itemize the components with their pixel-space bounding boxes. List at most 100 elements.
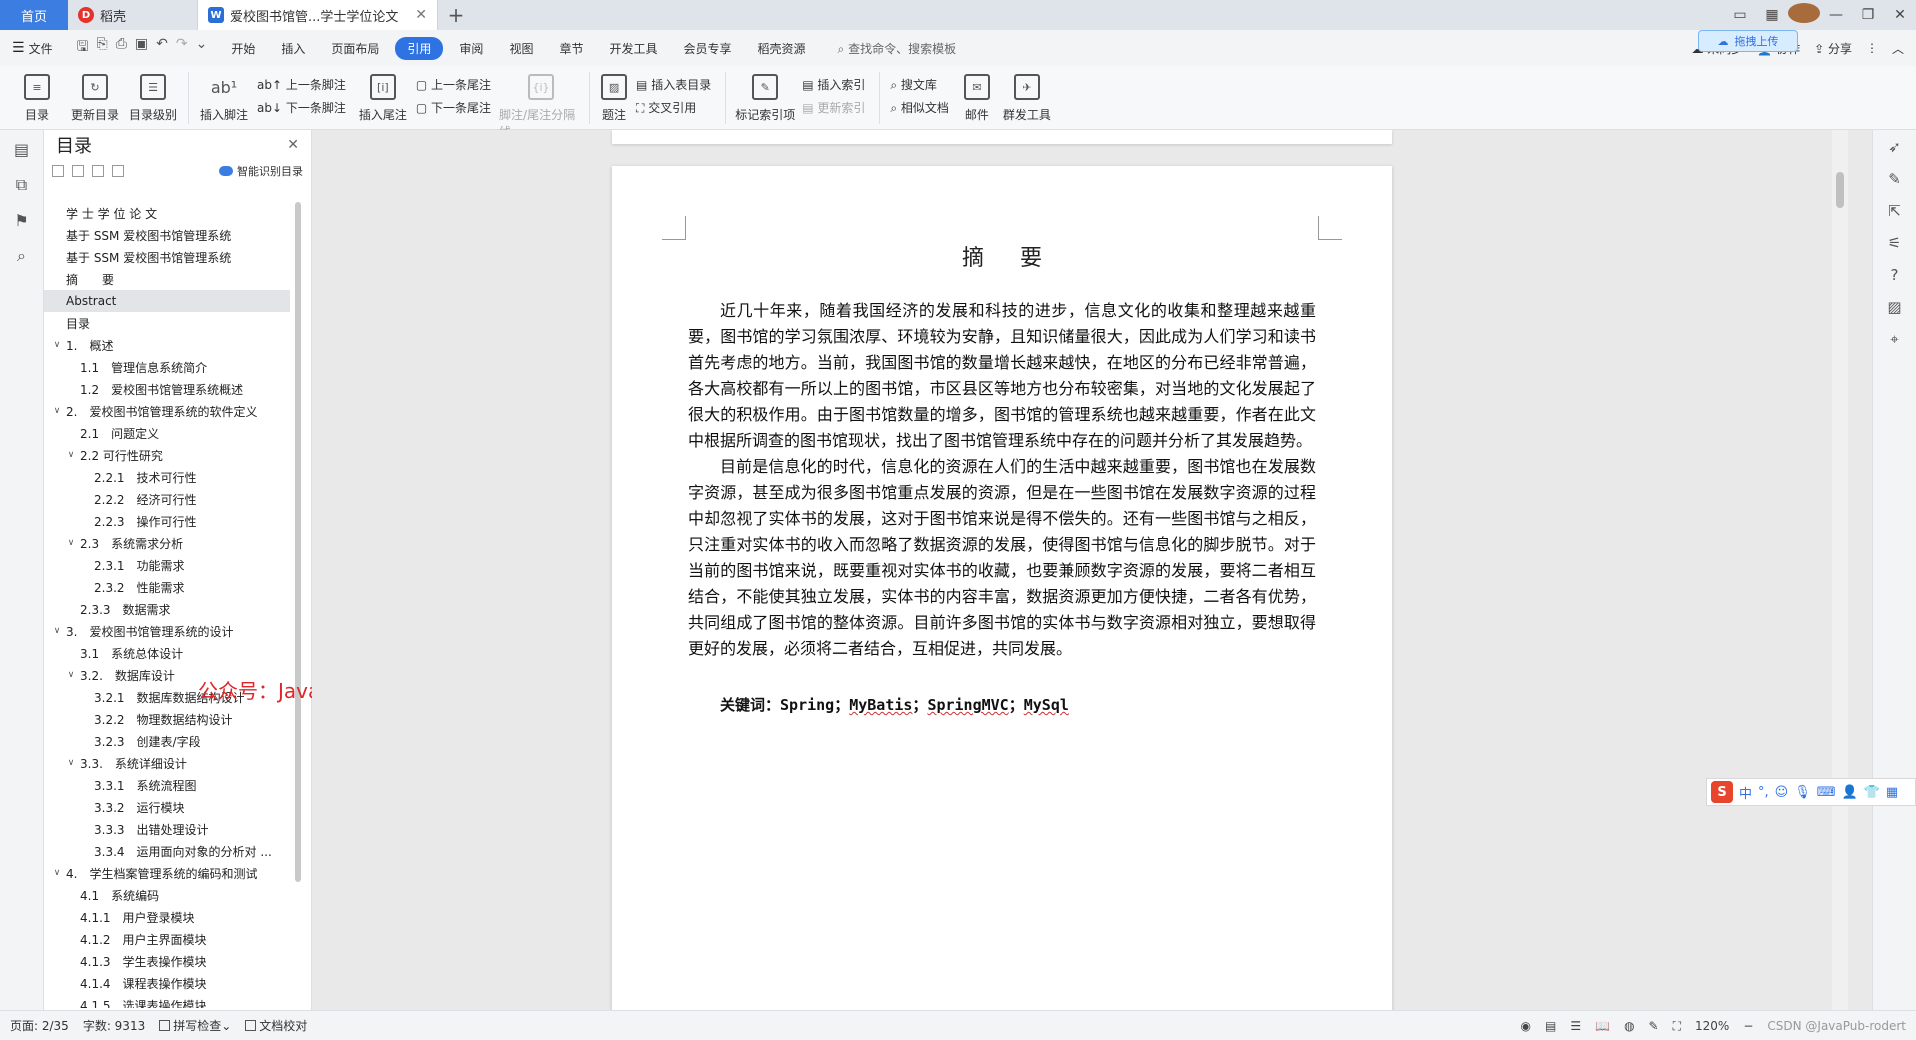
update-toc-button[interactable]: ↻ 更新目录 — [66, 70, 124, 123]
toc-item[interactable]: 4.1.1 用户登录模块 — [44, 906, 290, 928]
skin-icon[interactable]: 👕 — [1864, 785, 1880, 800]
mass-tools-button[interactable]: ✈ 群发工具 — [997, 70, 1057, 123]
doc-proof[interactable]: 文档校对 — [245, 1017, 307, 1034]
caption-button[interactable]: ▨ 题注 — [596, 70, 632, 123]
web-view-icon[interactable]: ◍ — [1624, 1019, 1634, 1033]
zoom-out-icon[interactable]: − — [1743, 1019, 1753, 1033]
chevron-down-icon[interactable]: ∨ — [50, 868, 64, 878]
undo-icon[interactable]: ↶ — [156, 36, 168, 60]
toc-item[interactable]: 4.1.3 学生表操作模块 — [44, 950, 290, 972]
chapter-nav-icon[interactable]: ⧉ — [16, 175, 27, 195]
toolbox-icon[interactable]: ▦ — [1886, 785, 1898, 800]
write-mode-icon[interactable]: ✎ — [1649, 1019, 1659, 1033]
next-endnote-button[interactable]: ▢ 下一条尾注 — [416, 99, 491, 116]
mail-button[interactable]: ✉ 邮件 — [957, 70, 997, 123]
toc-item[interactable]: 3.3.1 系统流程图 — [44, 774, 290, 796]
keyboard-icon[interactable]: ⌨ — [1817, 785, 1836, 800]
menu-daoke-resources[interactable]: 稻壳资源 — [748, 36, 816, 61]
prev-endnote-button[interactable]: ▢ 上一条尾注 — [416, 76, 491, 93]
outline-view-icon[interactable]: ☰ — [1570, 1019, 1581, 1033]
location-icon[interactable]: ⌖ — [1890, 330, 1898, 348]
menu-start[interactable]: 开始 — [221, 36, 265, 61]
rocket-icon[interactable]: ➶ — [1888, 138, 1901, 156]
cross-reference-button[interactable]: ⛶ 交叉引用 — [636, 99, 711, 116]
restore-icon[interactable]: ❐ — [1852, 7, 1884, 23]
toc-item[interactable]: 4.1.4 课程表操作模块 — [44, 972, 290, 994]
menu-layout[interactable]: 页面布局 — [321, 36, 389, 61]
toc-item[interactable]: 3.3.4 运用面向对象的分析对 ... — [44, 840, 290, 862]
toc-item[interactable]: ∨ 1. 概述 — [44, 334, 290, 356]
share-button[interactable]: ⇪ 分享 — [1814, 40, 1852, 57]
preview-icon[interactable]: ▣ — [135, 36, 148, 60]
toc-item[interactable]: 3.2.3 创建表/字段 — [44, 730, 290, 752]
chevron-down-icon[interactable]: ∨ — [50, 406, 64, 416]
expand-icon[interactable] — [72, 165, 84, 177]
menu-file[interactable]: 文件 — [29, 36, 63, 61]
remove-level-icon[interactable] — [112, 165, 124, 177]
update-index-button[interactable]: ▤ 更新索引 — [802, 99, 865, 116]
toc-item[interactable]: 1.1 管理信息系统简介 — [44, 356, 290, 378]
export-icon[interactable]: ⎘ — [97, 36, 108, 60]
prev-footnote-button[interactable]: ab↑ 上一条脚注 — [257, 76, 346, 93]
collapse-all-icon[interactable] — [52, 165, 64, 177]
search-library-button[interactable]: ⌕ 搜文库 — [890, 76, 949, 93]
similar-docs-button[interactable]: ⌕ 相似文档 — [890, 99, 949, 116]
chevron-down-icon[interactable]: ∨ — [64, 758, 78, 768]
find-icon[interactable]: ⌕ — [17, 246, 26, 266]
toc-item[interactable]: 2.3.2 性能需求 — [44, 576, 290, 598]
menu-member[interactable]: 会员专享 — [673, 36, 741, 61]
punct-icon[interactable]: °, — [1758, 785, 1769, 800]
minimize-icon[interactable]: — — [1820, 7, 1852, 23]
toc-item[interactable]: 2.2.2 经济可行性 — [44, 488, 290, 510]
toc-item[interactable]: Abstract — [44, 290, 290, 312]
toc-scrollbar[interactable] — [295, 202, 301, 882]
close-panel-icon[interactable]: ✕ — [287, 137, 299, 153]
menu-references[interactable]: 引用 — [395, 36, 444, 60]
toc-item[interactable]: ∨ 2.3 系统需求分析 — [44, 532, 290, 554]
toc-item[interactable]: 2.2.1 技术可行性 — [44, 466, 290, 488]
tab-document[interactable]: W 爱校图书馆管...学士学位论文 ✕ — [198, 0, 438, 30]
apps-grid-icon[interactable]: ▦ — [1756, 7, 1788, 23]
emoji-icon[interactable]: ☺ — [1775, 785, 1789, 800]
toc-item[interactable]: ∨ 3. 爱校图书馆管理系统的设计 — [44, 620, 290, 642]
toc-item[interactable]: 1.2 爱校图书馆管理系统概述 — [44, 378, 290, 400]
page-indicator[interactable]: 页面: 2/35 — [10, 1017, 69, 1034]
hamburger-icon[interactable]: ☰ — [12, 40, 25, 56]
redo-icon[interactable]: ↷ — [176, 36, 188, 60]
toc-item[interactable]: ∨ 2. 爱校图书馆管理系统的软件定义 — [44, 400, 290, 422]
toc-button[interactable]: ≡ 目录 — [8, 70, 66, 123]
more-chevron-icon[interactable]: ⌄ — [196, 36, 208, 60]
chevron-down-icon[interactable]: ∨ — [50, 626, 64, 636]
ime-lang[interactable]: 中 — [1739, 783, 1752, 802]
insert-index-button[interactable]: ▤ 插入索引 — [802, 76, 865, 93]
menu-insert[interactable]: 插入 — [271, 36, 315, 61]
spell-check[interactable]: 拼写检查⌄ — [159, 1017, 231, 1034]
print-icon[interactable]: ⎙ — [116, 36, 127, 60]
read-view-icon[interactable]: 📖 — [1595, 1019, 1610, 1033]
insert-table-toc-button[interactable]: ▤ 插入表目录 — [636, 76, 711, 93]
toc-item[interactable]: 4.1.2 用户主界面模块 — [44, 928, 290, 950]
help-icon[interactable]: ? — [1891, 266, 1899, 284]
smart-toc-button[interactable]: 智能识别目录 — [219, 163, 303, 179]
more-options-icon[interactable]: ⋮ — [1866, 41, 1878, 55]
toc-item[interactable]: 学 士 学 位 论 文 — [44, 202, 290, 224]
doc-scrollbar[interactable] — [1832, 130, 1848, 1010]
eye-protect-icon[interactable]: ◉ — [1521, 1019, 1531, 1033]
ime-toolbar[interactable]: S 中 °, ☺ 🎙 ⌨ 👤 👕 ▦ — [1706, 778, 1916, 806]
toc-item[interactable]: ∨ 2.2 可行性研究 — [44, 444, 290, 466]
toc-item[interactable]: ∨ 4. 学生档案管理系统的编码和测试 — [44, 862, 290, 884]
toc-item[interactable]: 2.3.1 功能需求 — [44, 554, 290, 576]
page[interactable]: 摘要 近几十年来，随着我国经济的发展和科技的进步，信息文化的收集和整理越来越重要… — [612, 166, 1392, 1010]
toc-item[interactable]: 3.3.3 出错处理设计 — [44, 818, 290, 840]
menu-chapter[interactable]: 章节 — [549, 36, 593, 61]
doc-body[interactable]: 近几十年来，随着我国经济的发展和科技的进步，信息文化的收集和整理越来越重要，图书… — [688, 298, 1316, 662]
insert-endnote-button[interactable]: [i] 插入尾注 — [354, 70, 412, 123]
drag-upload-tooltip[interactable]: ☁ 拖拽上传 — [1698, 30, 1798, 52]
mic-icon[interactable]: 🎙 — [1794, 785, 1811, 800]
toc-item[interactable]: 3.3.2 运行模块 — [44, 796, 290, 818]
tab-home[interactable]: 首页 — [0, 0, 68, 30]
menu-review[interactable]: 审阅 — [449, 36, 493, 61]
page-view-icon[interactable]: ▤ — [1545, 1019, 1556, 1033]
close-window-icon[interactable]: ✕ — [1884, 7, 1916, 23]
scroll-thumb[interactable] — [1836, 172, 1844, 208]
